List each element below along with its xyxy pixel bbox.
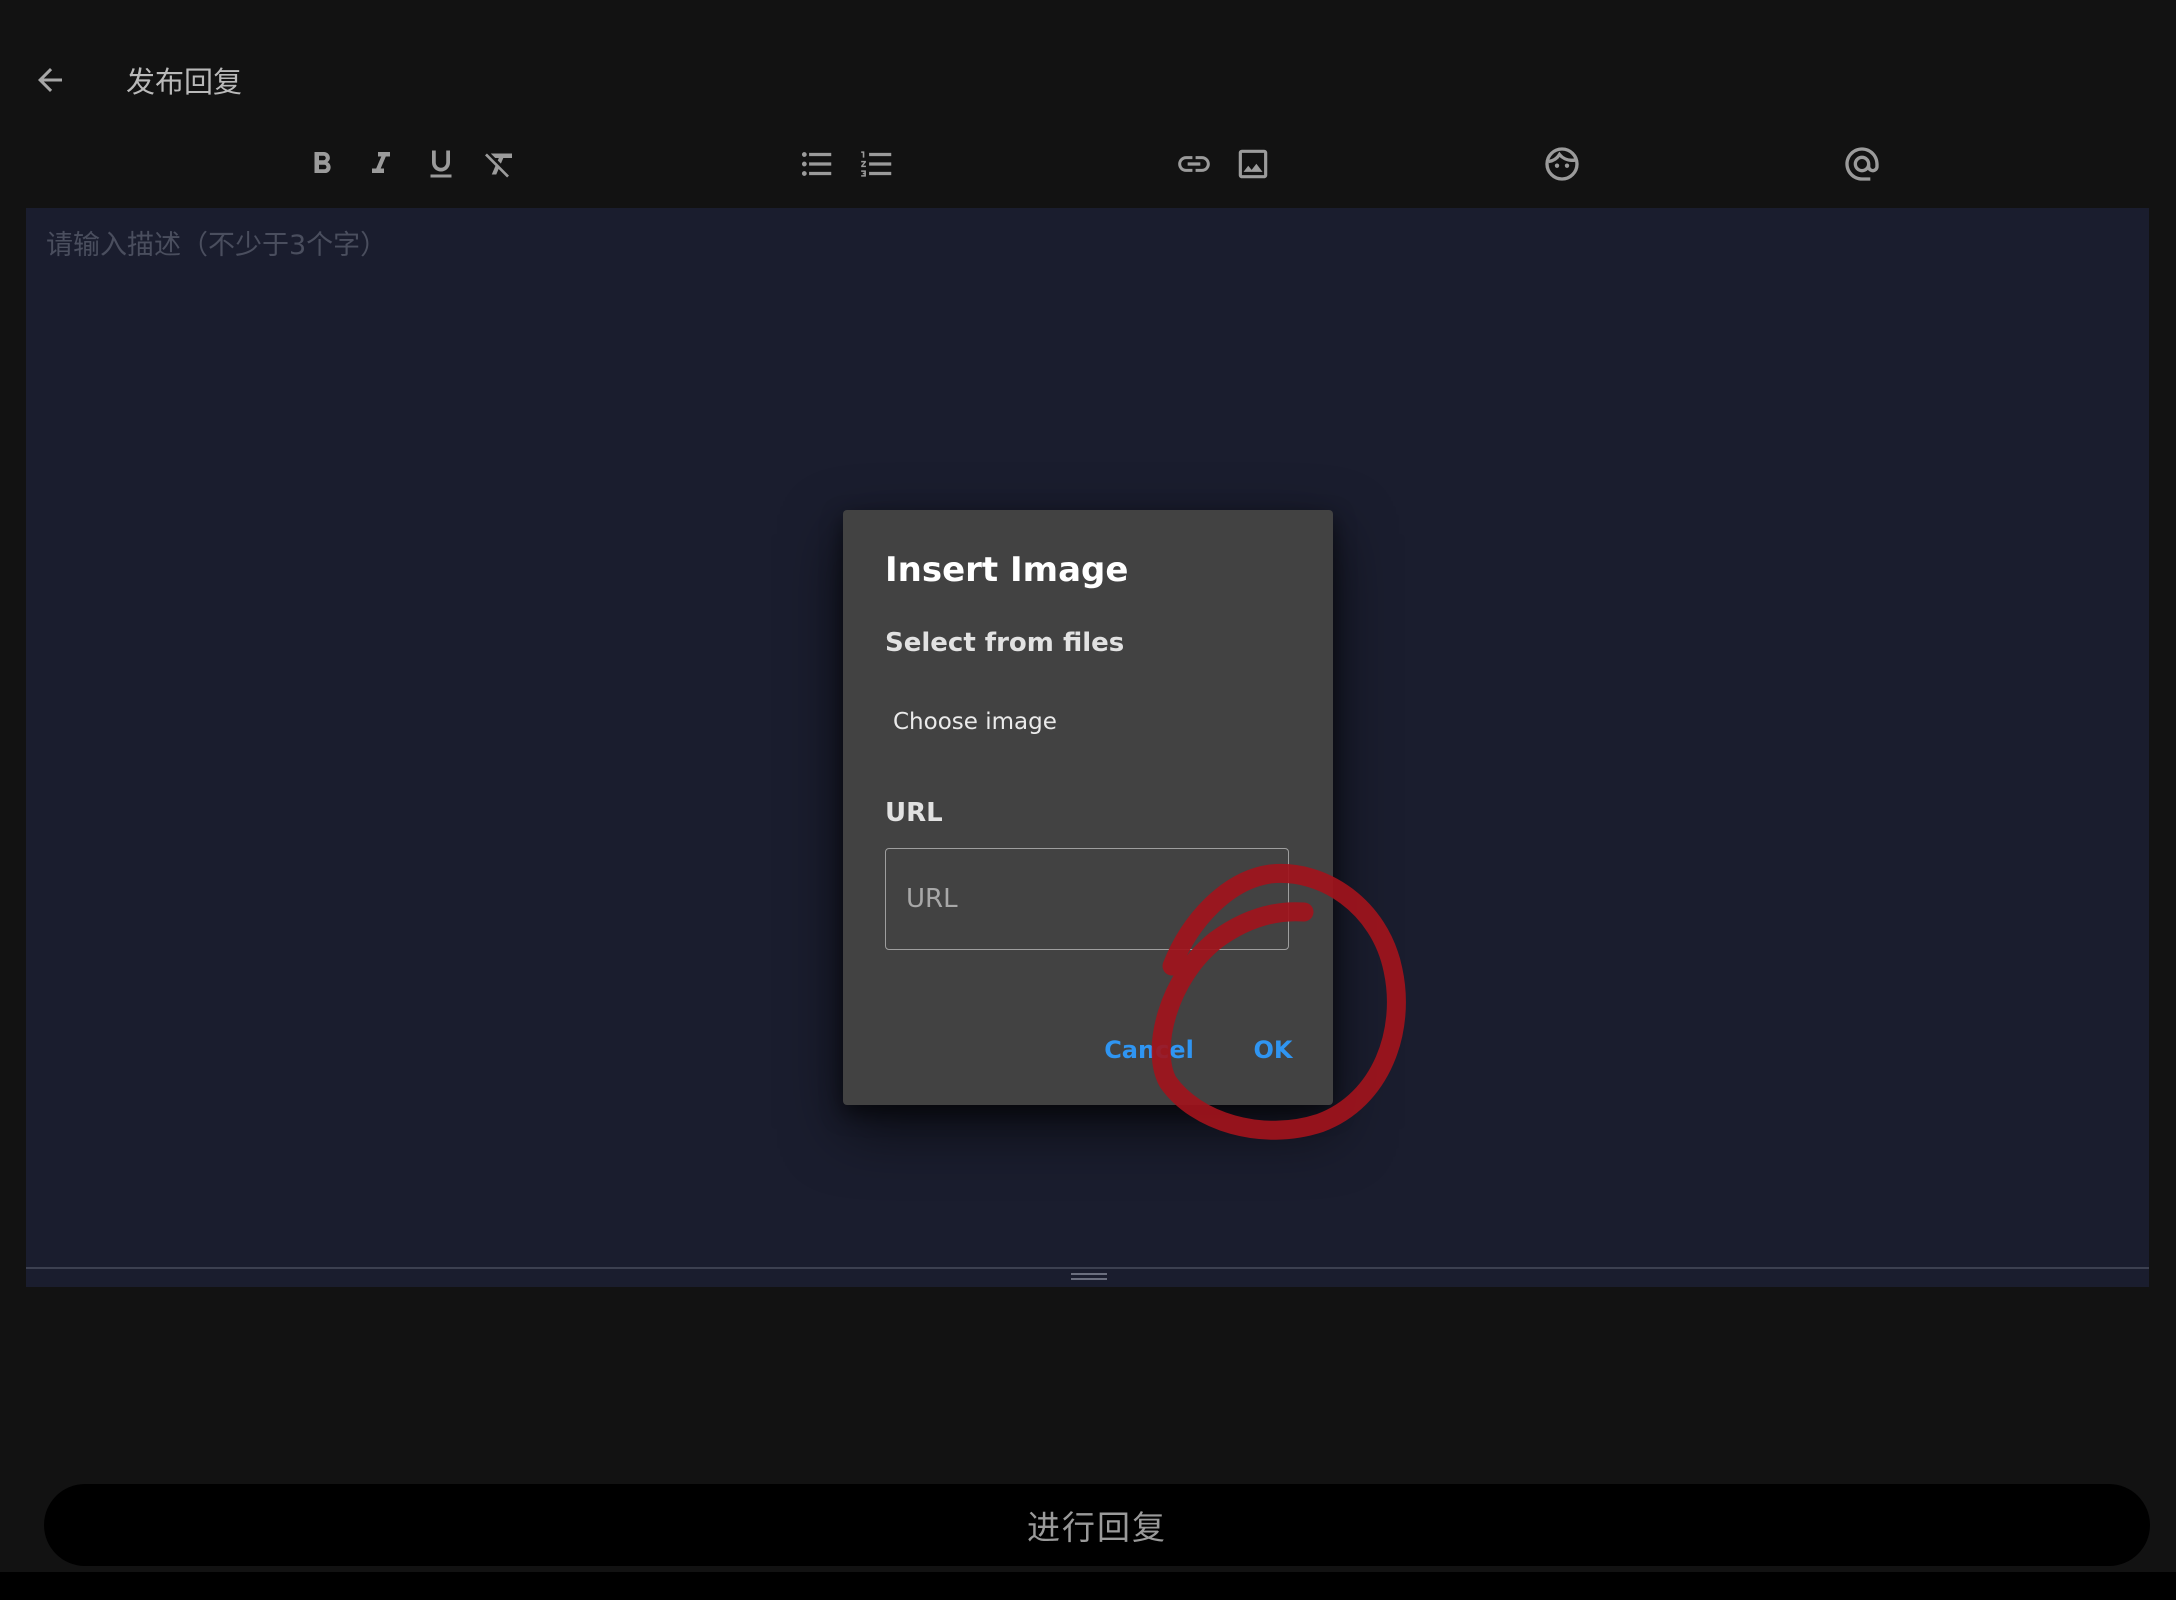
cancel-button[interactable]: Cancel — [1091, 1024, 1207, 1076]
select-from-files-heading: Select from files — [885, 628, 1125, 658]
dialog-title: Insert Image — [885, 550, 1129, 590]
choose-image-label: Choose image — [893, 709, 1057, 735]
insert-image-dialog: Insert Image Select from files Choose im… — [843, 510, 1333, 1105]
ok-button[interactable]: OK — [1235, 1024, 1311, 1076]
url-input[interactable] — [885, 848, 1289, 950]
url-heading: URL — [885, 798, 943, 828]
choose-image-button[interactable]: Choose image — [885, 694, 1077, 750]
